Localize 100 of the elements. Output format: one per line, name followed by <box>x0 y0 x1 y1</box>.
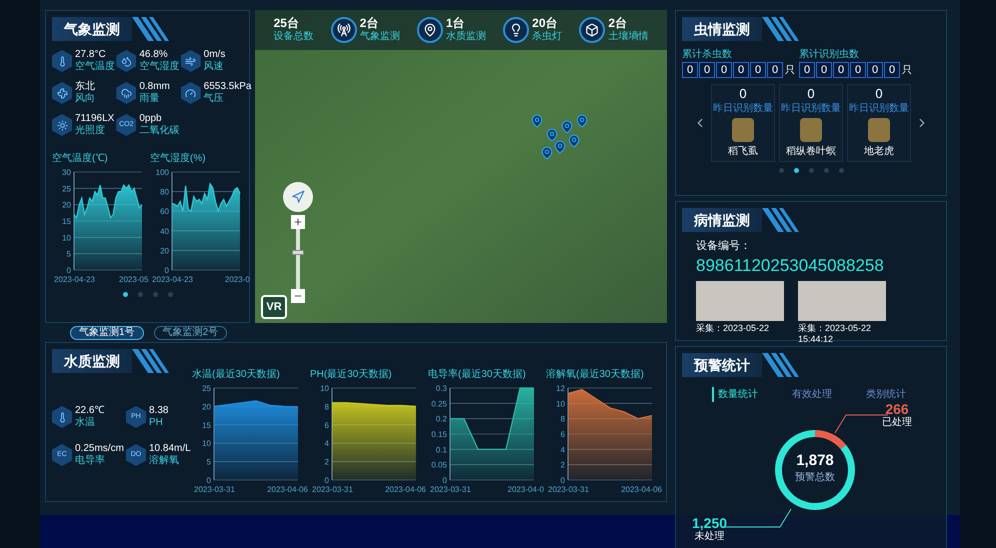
photo-placeholder <box>800 118 822 142</box>
zoom-out-button[interactable] <box>291 289 305 303</box>
metric-label: 气压 <box>204 93 225 105</box>
insect-count-label: 昨日识别数量 <box>781 102 841 116</box>
axis-label: 30 <box>62 168 71 177</box>
metric-value: 0m/s <box>204 49 226 60</box>
device-label: 设备总数 <box>274 30 314 43</box>
axis-label: 2023-04-06 <box>385 485 426 494</box>
axis-label: 4 <box>560 445 565 454</box>
axis-label: 10 <box>556 399 565 408</box>
map-pin-icon[interactable] <box>540 146 554 160</box>
axis-label: 0 <box>324 476 329 485</box>
photo-placeholder <box>868 118 890 142</box>
callout-label: 已处理 <box>882 417 912 429</box>
stats-tab[interactable]: 类别统计 <box>860 387 906 402</box>
axis-label: 10 <box>202 439 211 448</box>
metric-label: 风向 <box>75 93 95 105</box>
photo-placeholder <box>732 118 754 142</box>
axis-label: 8 <box>560 414 565 424</box>
axis-label: 100 <box>156 168 169 177</box>
insect-name: 稻飞虱 <box>728 145 758 159</box>
insect-count: 0 <box>875 87 883 101</box>
axis-label: 25 <box>202 384 211 393</box>
insect-name: 稻纵卷叶螟 <box>786 144 836 159</box>
axis-label: 8 <box>324 402 329 412</box>
map-pin-icon[interactable] <box>545 128 559 142</box>
map-pin-icon[interactable] <box>560 120 574 134</box>
wind-icon <box>185 56 196 66</box>
axis-label: 60 <box>160 207 169 216</box>
counter-digit: 0 <box>799 62 815 78</box>
map-pin-icon[interactable] <box>553 140 567 154</box>
axis-label: 0 <box>442 476 447 485</box>
counter-label: 累计识别虫数 <box>799 48 860 62</box>
chart-title: PH(最近30天数据) <box>310 368 393 382</box>
counter-digit: 0 <box>867 62 883 78</box>
metric-label: 二氧化碳 <box>139 125 180 137</box>
counter-digit: 0 <box>699 62 715 78</box>
axis-label: 0.15 <box>431 430 447 439</box>
counter-digit: 0 <box>850 62 866 78</box>
counter-label: 累计杀虫数 <box>682 48 733 62</box>
total-label: 预警总数 <box>795 470 835 485</box>
stripes-decoration <box>762 17 802 41</box>
rain-cloud-icon <box>120 88 132 98</box>
zoom-in-button[interactable] <box>291 215 305 229</box>
metric-value: 东北 <box>75 81 95 93</box>
chart-title: 溶解氧(最近30天数据) <box>546 368 645 382</box>
plus-icon <box>293 217 303 227</box>
fan-icon <box>56 88 68 98</box>
axis-label: 2023-03-31 <box>194 485 235 494</box>
metric-label: 电导率 <box>75 455 106 467</box>
metric-value: 22.6℃ <box>75 405 104 416</box>
device-count: 2台 <box>360 17 380 30</box>
axis-label: 15 <box>62 217 71 226</box>
axis-label: 6 <box>324 420 329 430</box>
metric-label: 雨量 <box>139 93 160 105</box>
pan-control[interactable] <box>283 182 313 212</box>
chart-title: 空气温度(℃) <box>52 152 109 166</box>
axis-label: 10 <box>320 384 329 393</box>
capture-time: 采集：2023-05-22 <box>696 322 770 334</box>
metric-value: 0ppb <box>139 113 163 125</box>
device-label: 杀虫灯 <box>532 30 562 43</box>
axis-label: 6 <box>560 430 565 439</box>
stripes-decoration <box>132 17 172 41</box>
insect-count-label: 昨日识别数量 <box>849 102 909 116</box>
axis-label: 0.05 <box>431 460 447 470</box>
axis-label: 0 <box>206 476 211 485</box>
station-tab[interactable]: 气象监测1号 <box>70 326 144 340</box>
metric-label: 光照度 <box>75 125 106 137</box>
map-pin-icon[interactable] <box>530 114 544 128</box>
axis-label: 2 <box>560 460 565 470</box>
axis-label: 0 <box>66 266 71 275</box>
station-tab[interactable]: 气象监测2号 <box>154 326 228 340</box>
counter-digit: 0 <box>682 62 698 78</box>
axis-label: 2023-0 <box>224 275 250 284</box>
satellite-map[interactable]: 25台 设备总数 2台 气象监测 1台 水质监测 20台 杀虫灯 2台 土壤墒情 VR <box>255 10 667 323</box>
insect-count: 0 <box>807 87 815 101</box>
device-count: 20台 <box>532 17 559 30</box>
axis-label: 0 <box>560 476 565 485</box>
stats-tab[interactable]: 数量统计 <box>712 387 758 402</box>
device-label: 土壤墒情 <box>608 30 648 43</box>
device-number: 89861120253045088258 <box>696 254 885 276</box>
map-pin-icon <box>422 23 437 37</box>
axis-label: 20 <box>62 200 71 210</box>
gauge-icon <box>185 88 196 98</box>
axis-label: 20 <box>160 246 169 256</box>
axis-label: 25 <box>62 184 71 194</box>
counter-unit: 只 <box>785 64 795 78</box>
callout-value: 266 <box>885 402 909 417</box>
stats-tab[interactable]: 有效处理 <box>786 387 832 402</box>
axis-label: 20 <box>202 402 211 412</box>
map-pin-icon[interactable] <box>567 134 581 148</box>
metric-label: 溶解氧 <box>149 455 180 467</box>
map-pin-icon[interactable] <box>575 114 589 128</box>
metric-label: 水温 <box>75 417 96 429</box>
vr-button[interactable]: VR <box>261 295 287 319</box>
counter-digit: 0 <box>767 62 783 78</box>
zoom-thumb[interactable] <box>292 250 304 255</box>
metric-value: 46.8% <box>139 49 169 60</box>
axis-label: 0.1 <box>436 445 447 454</box>
counter-digit: 0 <box>816 62 832 78</box>
